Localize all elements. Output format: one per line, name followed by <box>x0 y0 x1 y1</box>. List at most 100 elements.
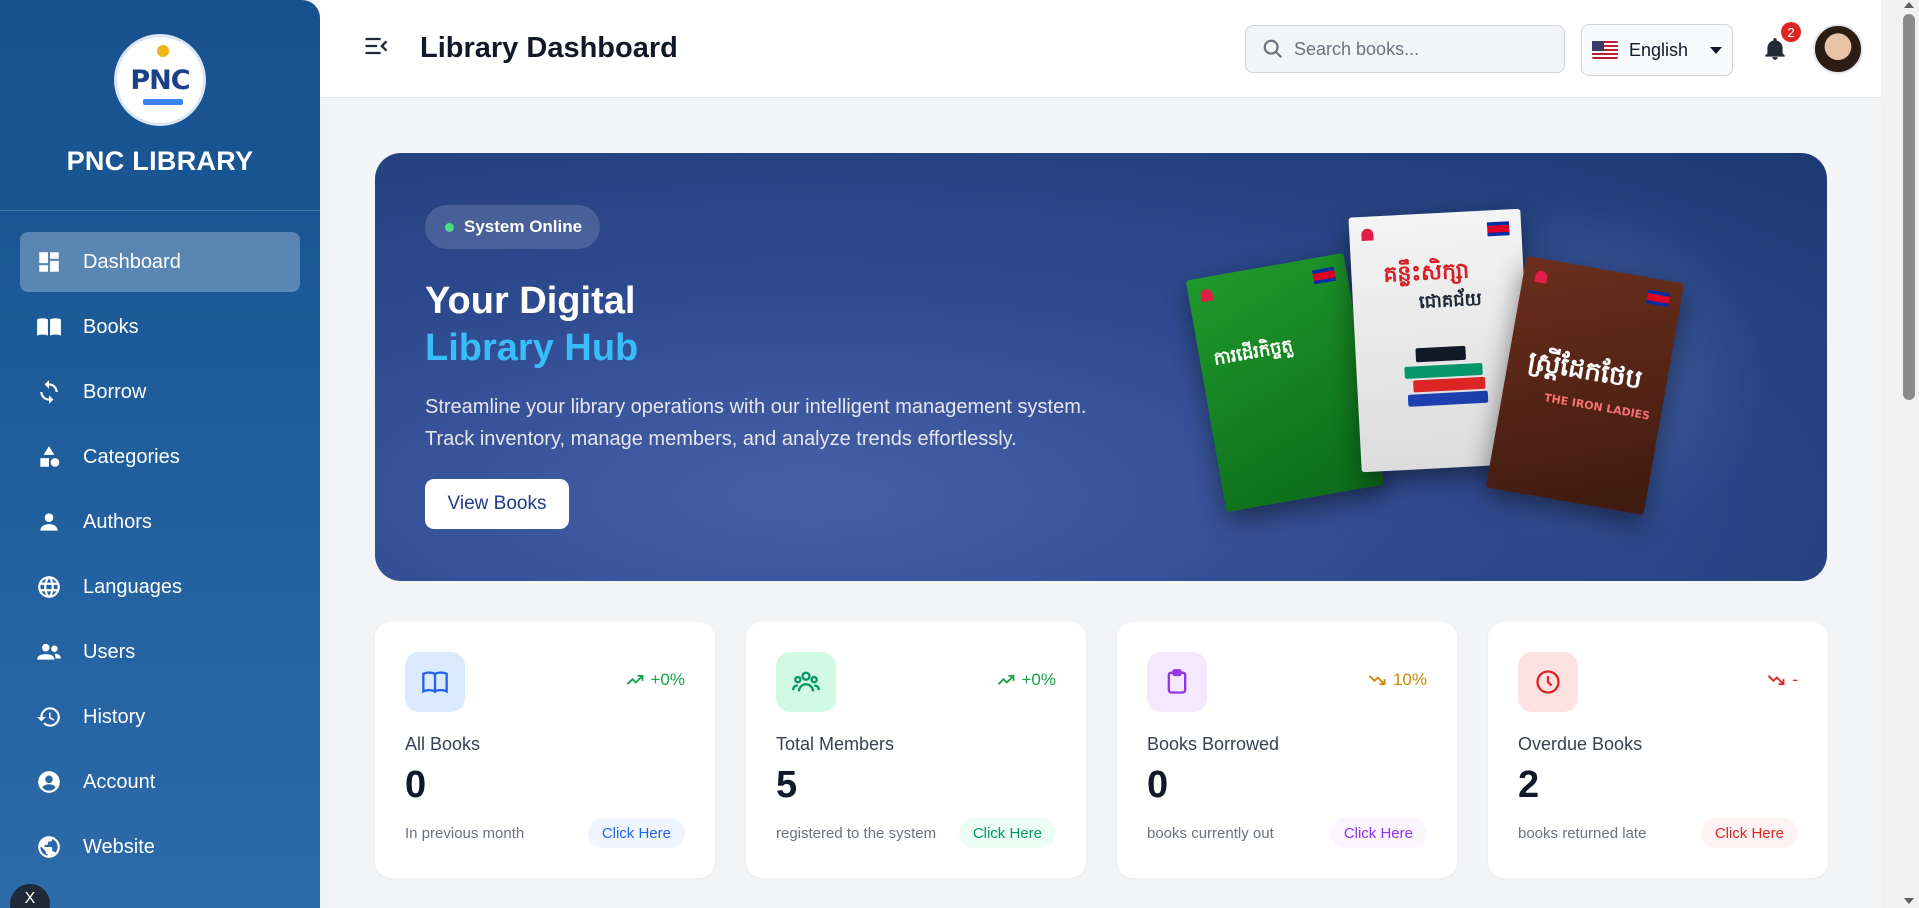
trend-down-icon <box>1368 675 1386 686</box>
users-icon <box>776 652 836 712</box>
logo[interactable]: PNC <box>114 34 206 126</box>
book-open-icon <box>405 652 465 712</box>
trend-indicator: - <box>1766 670 1798 690</box>
status-badge: System Online <box>425 205 601 249</box>
scroll-down-arrow-icon[interactable] <box>1904 898 1914 904</box>
sidebar-item-books[interactable]: Books <box>20 297 300 357</box>
book-title: ស្ត្រីដែកថែប <box>1525 346 1645 396</box>
menu-collapse-icon[interactable] <box>362 32 390 60</box>
language-select[interactable]: English <box>1581 24 1733 76</box>
clock-icon <box>1518 652 1578 712</box>
sidebar-item-label: Authors <box>83 510 152 533</box>
trend-indicator: +0% <box>625 670 686 690</box>
sidebar-item-users[interactable]: Users <box>20 622 300 682</box>
heart-logo-icon <box>1199 288 1214 303</box>
trend-value: +0% <box>1021 670 1057 689</box>
click-here-button[interactable]: Click Here <box>958 818 1056 848</box>
search-box[interactable] <box>1245 25 1565 73</box>
sidebar-item-authors[interactable]: Authors <box>20 492 300 552</box>
sidebar-nav: Dashboard Books Borrow Categories Author… <box>0 211 320 877</box>
refresh-icon <box>36 379 62 405</box>
sidebar-item-languages[interactable]: Languages <box>20 557 300 617</box>
stat-subtext: In previous month <box>405 825 525 842</box>
history-icon <box>36 704 62 730</box>
hero-title: Your Digital <box>425 280 636 322</box>
sidebar-item-label: Website <box>83 835 155 858</box>
users-icon <box>36 639 62 665</box>
trend-value: +0% <box>650 670 686 689</box>
shapes-icon <box>36 444 62 470</box>
stat-value: 0 <box>1147 764 1169 806</box>
lightbulb-icon <box>157 45 169 57</box>
status-dot-icon <box>445 222 454 232</box>
person-icon <box>36 509 62 535</box>
click-here-button[interactable]: Click Here <box>1700 818 1798 848</box>
click-here-button[interactable]: Click Here <box>1329 818 1427 848</box>
account-circle-icon <box>36 769 62 795</box>
stat-subtext: books returned late <box>1518 825 1647 842</box>
trend-indicator: +0% <box>996 670 1057 690</box>
book-subtitle: ជោគជ័យ <box>1418 288 1483 314</box>
brand: PNC PNC LIBRARY <box>0 0 320 211</box>
scroll-up-arrow-icon[interactable] <box>1904 2 1914 8</box>
sidebar: PNC PNC LIBRARY Dashboard Books Borrow C… <box>0 0 320 908</box>
sidebar-item-categories[interactable]: Categories <box>20 427 300 487</box>
book-open-icon <box>36 314 62 340</box>
stat-label: Total Members <box>776 734 895 754</box>
trend-indicator: 10% <box>1367 670 1427 690</box>
sidebar-item-account[interactable]: Account <box>20 752 300 812</box>
sidebar-item-history[interactable]: History <box>20 687 300 747</box>
us-flag-icon <box>1592 41 1618 59</box>
click-here-button[interactable]: Click Here <box>587 818 685 848</box>
sidebar-item-label: Borrow <box>83 380 147 403</box>
sidebar-item-label: Dashboard <box>83 250 181 273</box>
stat-label: Books Borrowed <box>1147 734 1280 754</box>
notification-badge: 2 <box>1781 22 1801 42</box>
view-books-button[interactable]: View Books <box>425 479 569 529</box>
stat-card-overdue-books: - Overdue Books 2 books returned late Cl… <box>1488 622 1828 878</box>
sidebar-item-label: History <box>83 705 146 728</box>
sidebar-item-label: Account <box>83 770 156 793</box>
stat-label: All Books <box>405 734 481 754</box>
stat-label: Overdue Books <box>1518 734 1643 754</box>
globe-icon <box>36 574 62 600</box>
trend-down-icon <box>1768 675 1785 686</box>
stat-value: 2 <box>1518 764 1540 806</box>
logo-book-icon <box>143 99 183 105</box>
hero-description: Streamline your library operations with … <box>425 396 1087 450</box>
sidebar-item-label: Languages <box>83 575 182 598</box>
sidebar-item-label: Users <box>83 640 136 663</box>
website-globe-icon <box>36 834 62 860</box>
stat-card-all-books: +0% All Books 0 In previous month Click … <box>375 622 715 878</box>
sidebar-item-website[interactable]: Website <box>20 817 300 877</box>
page-title: Library Dashboard <box>420 32 678 64</box>
sidebar-item-borrow[interactable]: Borrow <box>20 362 300 422</box>
logo-text: PNC <box>130 64 190 96</box>
stat-subtext: registered to the system <box>776 825 937 842</box>
avatar[interactable] <box>1813 24 1863 74</box>
hero-banner: System Online Your Digital Library Hub S… <box>375 153 1827 581</box>
sidebar-item-dashboard[interactable]: Dashboard <box>20 232 300 292</box>
stat-card-books-borrowed: 10% Books Borrowed 0 books currently out… <box>1117 622 1457 878</box>
search-icon <box>1263 39 1283 59</box>
cambodia-flag-icon <box>1486 221 1510 237</box>
trend-up-icon <box>626 674 643 685</box>
language-label: English <box>1629 39 1689 60</box>
scrollbar-thumb[interactable] <box>1903 14 1915 400</box>
trend-value: - <box>1792 670 1798 689</box>
cambodia-flag-icon <box>1311 266 1337 285</box>
brand-name: PNC LIBRARY <box>66 146 254 176</box>
dashboard-icon <box>36 249 62 275</box>
cambodia-flag-icon <box>1646 289 1671 308</box>
sidebar-item-label: Books <box>83 315 139 338</box>
search-input[interactable] <box>1294 38 1534 60</box>
close-icon[interactable]: X <box>10 884 50 908</box>
trend-up-icon <box>997 674 1014 685</box>
top-header: Library Dashboard English 2 <box>320 0 1881 98</box>
sidebar-item-label: Categories <box>83 445 180 468</box>
trend-value: 10% <box>1392 670 1427 689</box>
chevron-down-icon <box>1710 46 1723 54</box>
books-stack-illustration <box>1395 331 1491 416</box>
book-title: ការដើរកិច្ចតួ <box>1212 335 1295 370</box>
heart-logo-icon <box>1361 228 1374 242</box>
